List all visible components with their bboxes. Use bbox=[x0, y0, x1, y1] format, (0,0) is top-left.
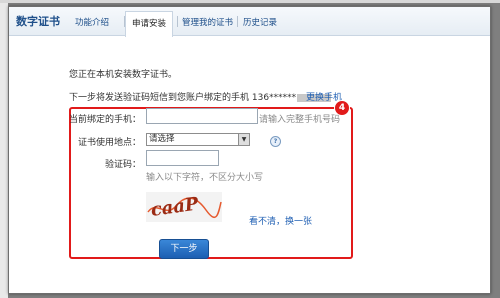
tab-separator bbox=[237, 16, 238, 27]
dialog-title: 数字证书 bbox=[16, 15, 60, 28]
digital-certificate-dialog: 数字证书 功能介绍 申请安装 管理我的证书 历史记录 您正在本机安装数字证书。 … bbox=[8, 6, 491, 294]
tab-features[interactable]: 功能介绍 bbox=[75, 16, 109, 28]
location-label: 证书使用地点： bbox=[77, 138, 141, 148]
captcha-image: caaP bbox=[146, 192, 222, 222]
chevron-down-icon[interactable]: ▼ bbox=[238, 134, 249, 145]
window-top-bar bbox=[0, 0, 500, 3]
phone-prefix: 136 bbox=[251, 93, 270, 103]
captcha-characters: caaP bbox=[149, 193, 200, 221]
highlight-box bbox=[69, 107, 353, 259]
phone-input[interactable] bbox=[146, 108, 258, 124]
masked-phone-digits: ****** bbox=[269, 93, 297, 103]
tab-bar: 数字证书 功能介绍 申请安装 管理我的证书 历史记录 bbox=[9, 7, 490, 37]
refresh-captcha-link[interactable]: 看不清，换一张 bbox=[249, 214, 312, 227]
sms-notice-text: 下一步将发送验证码短信到您账户绑定的手机 bbox=[69, 93, 250, 103]
phone-hint: 请输入完整手机号码 bbox=[259, 115, 341, 125]
next-step-button[interactable]: 下一步 bbox=[159, 239, 209, 259]
captcha-hint: 输入以下字符，不区分大小写 bbox=[146, 173, 264, 183]
tab-separator bbox=[177, 16, 178, 27]
intro-text: 您正在本机安装数字证书。 bbox=[69, 70, 178, 80]
help-icon[interactable]: ? bbox=[270, 136, 281, 147]
tab-apply-install[interactable]: 申请安装 bbox=[125, 11, 174, 37]
captcha-graphic: caaP bbox=[147, 193, 222, 221]
location-selected-value: 请选择 bbox=[149, 134, 175, 144]
captcha-input[interactable] bbox=[146, 150, 219, 166]
tab-history[interactable]: 历史记录 bbox=[243, 16, 277, 28]
captcha-label: 验证码： bbox=[104, 160, 141, 170]
sms-notice: 下一步将发送验证码短信到您账户绑定的手机 136****** bbox=[69, 90, 332, 103]
location-select[interactable]: 请选择 ▼ bbox=[146, 133, 250, 146]
background-page-strip bbox=[0, 3, 8, 298]
phone-label: 当前绑定的手机： bbox=[68, 115, 141, 125]
tab-manage-certificates[interactable]: 管理我的证书 bbox=[182, 16, 233, 28]
